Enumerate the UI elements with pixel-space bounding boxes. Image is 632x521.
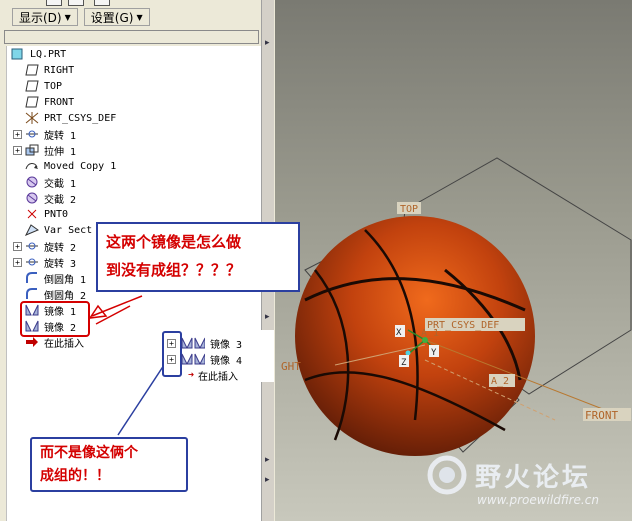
explanation-callout: 而不是像这俩个 成组的！！ (30, 437, 188, 492)
inset-label: 在此插入 (198, 371, 239, 383)
callout-line: 成组的！！ (40, 468, 110, 484)
grouped-mirror-inset: + 镜像 3 + 镜像 4 ➜ 在此插入 (162, 330, 274, 383)
inset-label: 镜像 3 (210, 339, 243, 351)
watermark-name: 野火论坛 (475, 463, 592, 493)
inset-row[interactable]: + 镜像 4 (167, 351, 242, 367)
expand-icon[interactable]: + (167, 354, 176, 364)
inset-label: 镜像 4 (210, 355, 243, 367)
watermark-url: www.proewildfire.cn (477, 493, 599, 507)
inset-row[interactable]: ➜ 在此插入 (188, 367, 238, 383)
insert-arrow-icon: ➜ (188, 369, 195, 381)
mirror-icon (179, 337, 206, 349)
inset-row[interactable]: + 镜像 3 (167, 335, 242, 351)
mirror-icon (179, 353, 206, 365)
expand-icon[interactable]: + (167, 338, 176, 348)
callout-line: 而不是像这俩个 (40, 445, 138, 461)
watermark: 野火论坛 www.proewildfire.cn (425, 455, 630, 515)
blue-arrow (117, 361, 167, 436)
